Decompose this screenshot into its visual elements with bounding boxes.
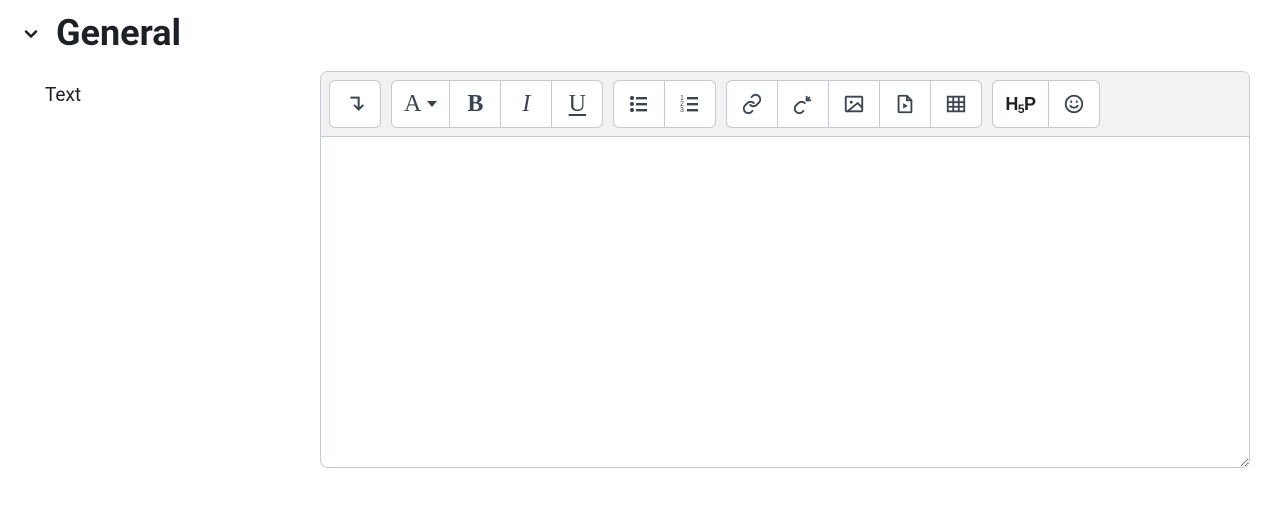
bulleted-list-icon	[627, 92, 651, 116]
italic-icon: I	[522, 91, 530, 118]
caret-down-icon	[427, 101, 437, 107]
table-button[interactable]	[930, 80, 982, 128]
toggle-toolbar-button[interactable]	[329, 80, 381, 128]
emoji-button[interactable]	[1048, 80, 1100, 128]
media-button[interactable]	[879, 80, 931, 128]
bold-icon: B	[467, 91, 483, 118]
paragraph-letter: A	[404, 92, 421, 116]
image-icon	[843, 93, 865, 115]
svg-text:3: 3	[680, 107, 684, 114]
emoji-icon	[1063, 93, 1085, 115]
underline-button[interactable]: U	[551, 80, 603, 128]
toggle-toolbar-icon	[344, 93, 366, 115]
unlink-icon	[792, 93, 814, 115]
paragraph-style-button[interactable]: A	[391, 80, 450, 128]
editor-textarea[interactable]	[321, 137, 1249, 467]
bold-button[interactable]: B	[449, 80, 501, 128]
underline-icon: U	[569, 91, 586, 118]
bulleted-list-button[interactable]	[613, 80, 665, 128]
h5p-h: H	[1005, 94, 1018, 114]
h5p-p: P	[1024, 94, 1036, 114]
text-label: Text	[20, 71, 310, 106]
collapse-icon[interactable]	[20, 23, 42, 45]
h5p-icon: H5P	[1005, 94, 1035, 115]
link-button[interactable]	[726, 80, 778, 128]
form-row-text: Text A B	[20, 71, 1280, 468]
toolbar-group-insert	[726, 80, 982, 128]
media-icon	[894, 93, 916, 115]
image-button[interactable]	[828, 80, 880, 128]
table-icon	[945, 93, 967, 115]
unlink-button[interactable]	[777, 80, 829, 128]
h5p-5: 5	[1018, 102, 1024, 116]
numbered-list-button[interactable]: 1 2 3	[664, 80, 716, 128]
toolbar-group-extra: H5P	[992, 80, 1099, 128]
editor-toolbar: A B I U	[321, 72, 1249, 137]
italic-button[interactable]: I	[500, 80, 552, 128]
link-icon	[741, 93, 763, 115]
toolbar-group-expand	[329, 80, 381, 128]
toolbar-group-lists: 1 2 3	[613, 80, 716, 128]
section-title: General	[56, 12, 181, 55]
h5p-button[interactable]: H5P	[992, 80, 1048, 128]
toolbar-group-style: A B I U	[391, 80, 603, 128]
section-header: General	[20, 12, 1280, 55]
numbered-list-icon: 1 2 3	[678, 92, 702, 116]
rich-text-editor: A B I U	[320, 71, 1250, 468]
